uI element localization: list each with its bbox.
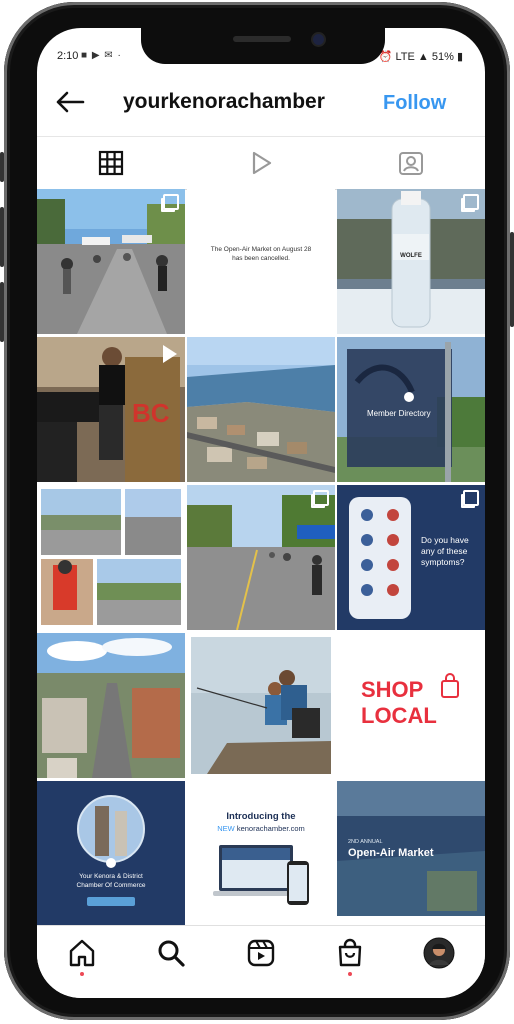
post-market-cancelled[interactable]: The Open-Air Market on August 28 has bee… (187, 189, 335, 334)
profile-header: yourkenorachamber Follow (37, 76, 485, 132)
laptop-phone-image (213, 845, 309, 905)
chamber-name-line2: Chamber Of Commerce (76, 882, 146, 889)
carousel-icon (463, 194, 479, 210)
carousel-icon (313, 490, 329, 506)
side-button (0, 152, 4, 182)
carousel-icon (163, 194, 179, 210)
profile-username: yourkenorachamber (123, 90, 325, 113)
shop-icon[interactable] (335, 938, 365, 968)
side-button (0, 207, 4, 267)
profile-avatar[interactable] (423, 937, 455, 969)
post-water-bottle[interactable]: WOLFE (337, 189, 485, 334)
introducing-text: Introducing the (226, 811, 296, 822)
grid-tab-icon[interactable] (97, 149, 125, 177)
notch (141, 28, 385, 64)
market-title: Open-Air Market (348, 847, 434, 859)
post-new-website[interactable]: Introducing the NEW kenorachamber.com (187, 781, 335, 926)
street-festival-image (37, 189, 185, 334)
market-small-text: 2ND ANNUAL (348, 839, 383, 845)
carousel-icon (463, 490, 479, 506)
aerial-town-image (187, 337, 335, 482)
post-street-crowd[interactable] (187, 485, 335, 630)
phone-frame: 2:10 ■ ▶ ✉ · ⏰ LTE ▲ 51% ▮ yourkenoracha… (0, 2, 514, 1020)
svg-text:BC: BC (132, 398, 170, 428)
downtown-aerial-image (37, 633, 185, 778)
battery-icon: ▮ (456, 51, 463, 63)
shop-local-line1: SHOP (361, 677, 424, 702)
post-musician-video[interactable]: BC (37, 337, 185, 482)
home-notification-dot (80, 972, 84, 976)
video-icon (163, 345, 177, 363)
new-word: NEW (217, 824, 235, 833)
website-url: kenorachamber.com (236, 824, 305, 833)
cancel-notice-text: The Open-Air Market on August 28 has bee… (210, 246, 312, 262)
back-arrow-icon[interactable] (55, 90, 85, 114)
follow-button[interactable]: Follow (383, 92, 446, 115)
post-shop-local[interactable]: SHOP LOCAL (337, 633, 485, 778)
fishing-image (187, 633, 335, 778)
status-right: ⏰ LTE ▲ 51% ▮ (379, 50, 463, 63)
member-directory-label: Member Directory (367, 409, 431, 418)
website-line: NEW kenorachamber.com (187, 824, 335, 833)
status-icons: ⏰ LTE ▲ (378, 51, 429, 63)
post-downtown-aerial[interactable] (37, 633, 185, 778)
post-fishing[interactable] (187, 633, 335, 778)
home-icon[interactable] (67, 938, 97, 968)
chamber-logo-image (37, 781, 185, 926)
search-icon[interactable] (156, 938, 186, 968)
post-aerial-town[interactable] (187, 337, 335, 482)
tagged-tab-icon[interactable] (397, 149, 425, 177)
side-button (510, 232, 514, 327)
notification-icons: ■ ▶ ✉ · (81, 50, 122, 61)
bottom-nav (37, 925, 485, 998)
post-chamber-logo[interactable]: Your Kenora & District Chamber Of Commer… (37, 781, 185, 926)
water-bottle-image (337, 189, 485, 334)
street-crowd-image (187, 485, 335, 630)
front-camera (313, 34, 324, 45)
bottle-brand-text: WOLFE (400, 253, 422, 259)
speaker (233, 36, 291, 42)
reels-icon[interactable] (246, 938, 276, 968)
shopping-bag-icon (441, 673, 459, 698)
post-street-festival[interactable] (37, 189, 185, 334)
profile-tabs (37, 136, 485, 190)
post-symptoms[interactable]: Do you have any of these symptoms? (337, 485, 485, 630)
battery-level: 51% (431, 51, 454, 63)
post-member-directory[interactable]: Member Directory (337, 337, 485, 482)
screen: 2:10 ■ ▶ ✉ · ⏰ LTE ▲ 51% ▮ yourkenoracha… (37, 28, 485, 998)
festival-collage-image (37, 485, 185, 630)
shop-notification-dot (348, 972, 352, 976)
status-time: 2:10 (57, 50, 79, 62)
shop-local-line2: LOCAL (361, 703, 437, 728)
symptoms-text: Do you have any of these symptoms? (421, 535, 469, 567)
reels-tab-icon[interactable] (247, 149, 275, 177)
side-button (0, 282, 4, 342)
chamber-name-line1: Your Kenora & District (79, 873, 143, 880)
posts-grid: The Open-Air Market on August 28 has bee… (37, 189, 485, 926)
post-open-air-market[interactable]: 2ND ANNUAL Open-Air Market (337, 781, 485, 926)
post-festival-collage[interactable] (37, 485, 185, 630)
